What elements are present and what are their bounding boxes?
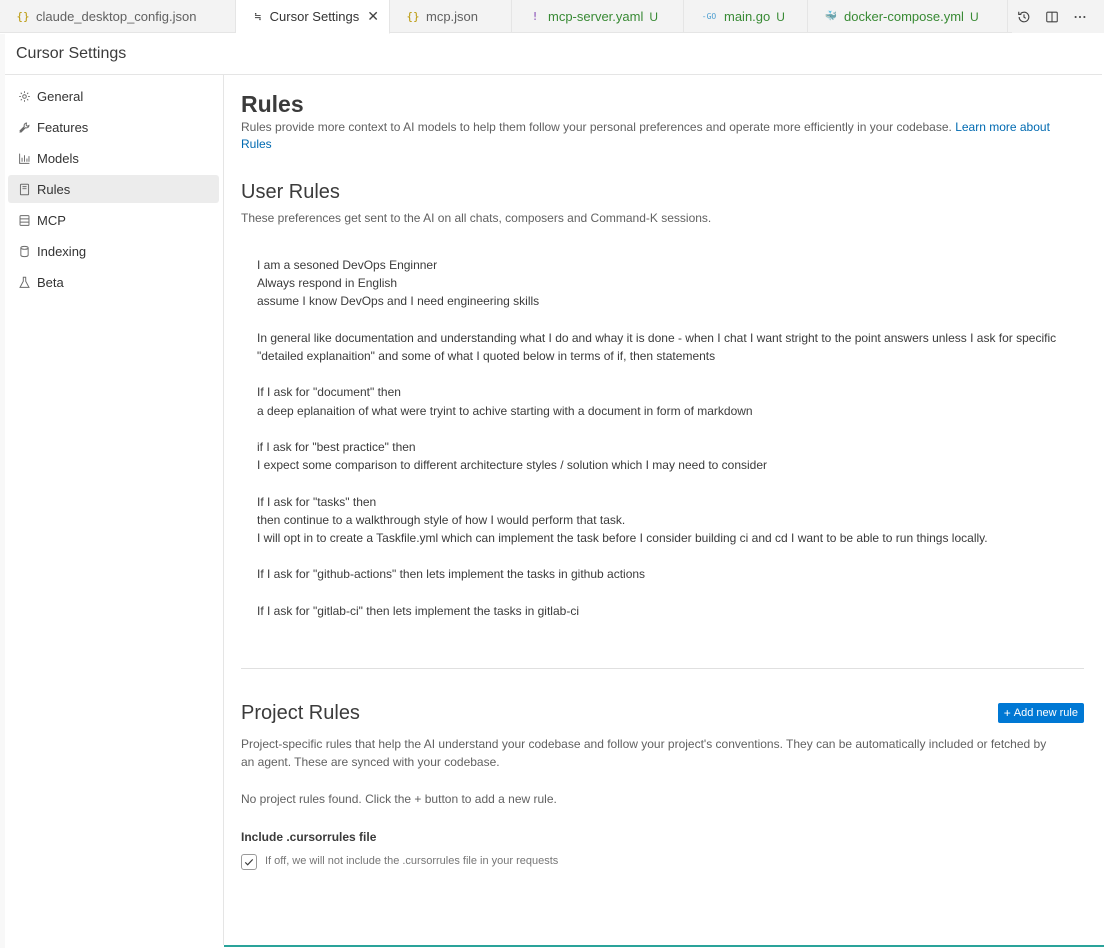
- sidebar-item-beta[interactable]: Beta: [8, 268, 219, 296]
- sidebar-item-indexing[interactable]: Indexing: [8, 237, 219, 265]
- sidebar-item-mcp[interactable]: MCP: [8, 206, 219, 234]
- json-file-icon: {}: [16, 10, 30, 23]
- yaml-file-icon: !: [531, 10, 539, 23]
- go-file-icon: -GO: [701, 12, 717, 21]
- include-cursorrules-label: Include .cursorrules file: [241, 830, 377, 844]
- chart-icon: [17, 151, 31, 165]
- gear-icon: [17, 89, 31, 103]
- sidebar-item-label: Indexing: [37, 243, 87, 259]
- history-icon[interactable]: [1012, 6, 1036, 28]
- json-file-icon: {}: [406, 10, 420, 23]
- tab-label: Cursor Settings: [269, 9, 360, 24]
- tab-label: mcp.json: [426, 9, 479, 24]
- page-title: Rules: [241, 91, 304, 117]
- database-icon: [17, 244, 31, 258]
- sidebar-item-label: General: [37, 88, 84, 104]
- tab-label: main.go: [724, 9, 771, 24]
- user-rules-subtitle: These preferences get sent to the AI on …: [241, 211, 712, 225]
- section-divider: [241, 668, 1084, 669]
- editor-actions: [1012, 0, 1104, 33]
- editor-tab-bar: {} claude_desktop_config.json ≒ Cursor S…: [0, 0, 1104, 34]
- untracked-badge: U: [776, 9, 785, 24]
- sidebar-item-label: Features: [37, 119, 89, 135]
- add-new-rule-label: Add new rule: [1013, 707, 1078, 719]
- book-icon: [17, 182, 31, 196]
- user-rules-title: User Rules: [241, 181, 340, 203]
- empty-state-text: No project rules found. Click the + butt…: [241, 792, 557, 806]
- sidebar-item-label: Beta: [37, 274, 64, 290]
- sidebar-item-features[interactable]: Features: [8, 113, 219, 141]
- tab-label: claude_desktop_config.json: [36, 9, 197, 24]
- server-icon: [17, 213, 31, 227]
- sidebar-item-general[interactable]: General: [8, 82, 219, 110]
- tab-cursor-settings[interactable]: ≒ Cursor Settings ✕: [236, 0, 390, 34]
- sidebar-item-label: MCP: [37, 212, 66, 228]
- settings-sidebar: General Features Models Rules MCP Indexi…: [5, 75, 224, 945]
- split-editor-icon[interactable]: [1040, 6, 1064, 28]
- more-actions-icon[interactable]: [1068, 6, 1092, 28]
- settings-icon: ≒: [254, 10, 262, 23]
- sidebar-item-label: Models: [37, 150, 79, 166]
- add-new-rule-button[interactable]: + Add new rule: [997, 703, 1084, 723]
- tools-icon: [17, 120, 31, 134]
- tab-label: mcp-server.yaml: [548, 9, 644, 24]
- sidebar-item-label: Rules: [37, 181, 71, 197]
- user-rules-textarea[interactable]: I am a sesoned DevOps Enginner Always re…: [257, 256, 1087, 620]
- tab-mcp-json[interactable]: {} mcp.json: [390, 0, 512, 33]
- sidebar-item-models[interactable]: Models: [8, 144, 219, 172]
- include-cursorrules-description: If off, we will not include the .cursorr…: [265, 855, 559, 867]
- tab-mcp-server-yaml[interactable]: ! mcp-server.yaml U: [512, 0, 684, 33]
- docker-file-icon: 🐳: [824, 11, 838, 22]
- checkmark-icon: [244, 858, 254, 866]
- untracked-badge: U: [649, 9, 659, 24]
- flask-icon: [17, 275, 31, 289]
- rules-description: Rules provide more context to AI models …: [241, 119, 1081, 153]
- tab-docker-compose[interactable]: 🐳 docker-compose.yml U: [808, 0, 1008, 33]
- project-rules-title: Project Rules: [241, 702, 360, 724]
- panel-bottom-border: [224, 945, 1104, 947]
- tab-main-go[interactable]: -GO main.go U: [684, 0, 808, 33]
- untracked-badge: U: [969, 9, 979, 24]
- tab-label: docker-compose.yml: [844, 9, 964, 24]
- close-icon[interactable]: ✕: [367, 8, 379, 25]
- plus-icon: +: [1003, 706, 1011, 720]
- project-rules-description: Project-specific rules that help the AI …: [241, 737, 1047, 769]
- sidebar-item-rules[interactable]: Rules: [8, 175, 219, 203]
- settings-title: Cursor Settings: [16, 45, 127, 62]
- tab-claude-desktop-config[interactable]: {} claude_desktop_config.json: [0, 0, 236, 33]
- include-cursorrules-checkbox[interactable]: [241, 854, 257, 870]
- settings-page-header: Cursor Settings: [5, 34, 1102, 75]
- rules-description-text: Rules provide more context to AI models …: [241, 120, 952, 134]
